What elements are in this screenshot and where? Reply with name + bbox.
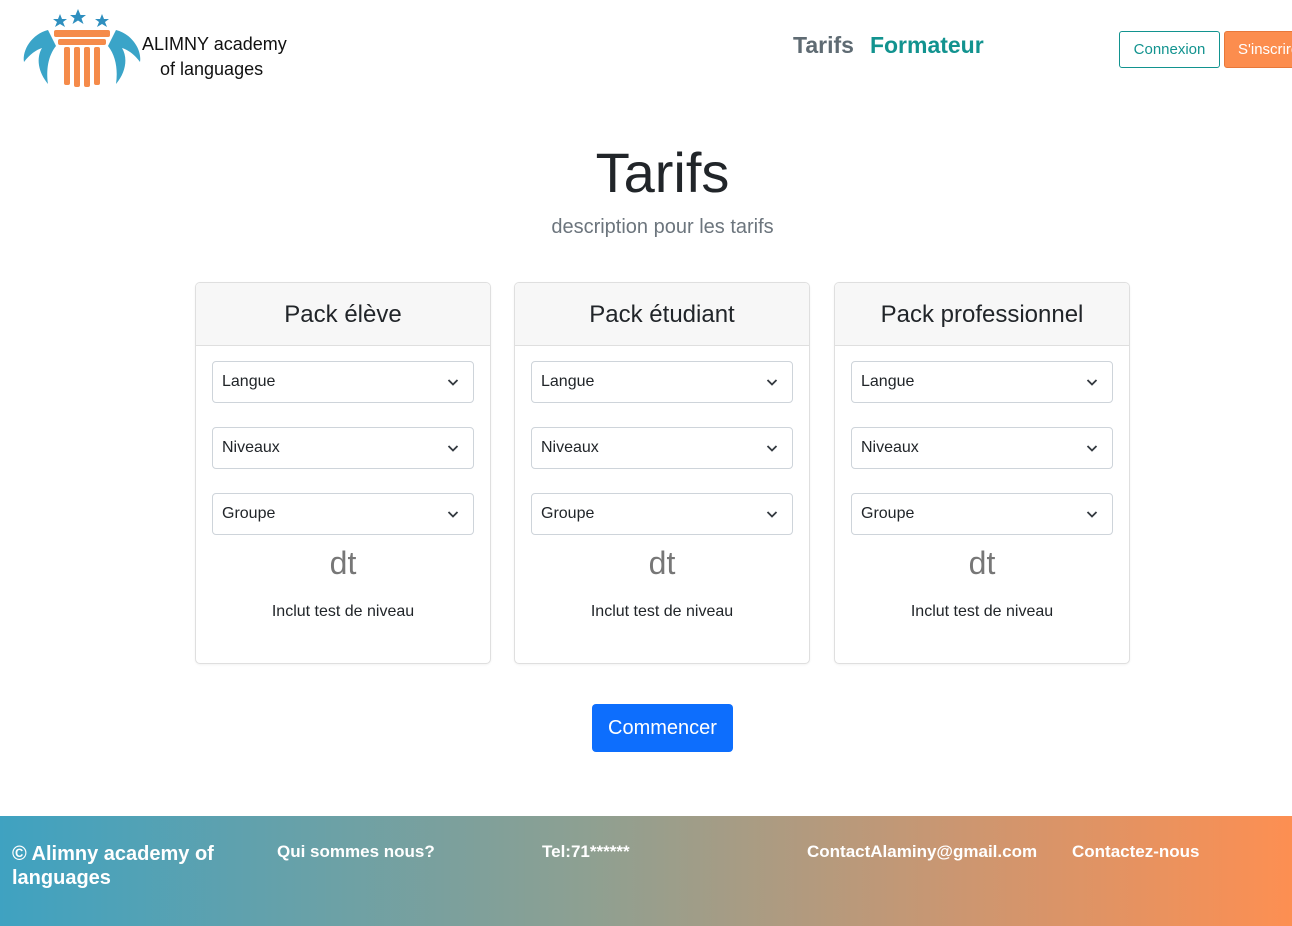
langue-select[interactable]: Langue [851, 361, 1113, 403]
price-value: dt [329, 545, 357, 581]
chevron-down-icon [766, 379, 778, 386]
card-note: Inclut test de niveau [590, 603, 734, 620]
select-value: Groupe [541, 505, 595, 522]
card-title: Pack professionnel [835, 283, 1129, 346]
brand-line-1: ALIMNY academy [142, 34, 287, 54]
chevron-down-icon [766, 445, 778, 452]
footer: © Alimny academy of languages Qui sommes… [0, 816, 1292, 926]
card-note: Inclut test de niveau [910, 603, 1054, 620]
groupe-select[interactable]: Groupe [851, 493, 1113, 535]
chevron-down-icon [766, 511, 778, 518]
niveaux-select[interactable]: Niveaux [212, 427, 474, 469]
footer-about-link[interactable]: Qui sommes nous? [277, 842, 435, 862]
login-button[interactable]: Connexion [1119, 31, 1220, 68]
commencer-button[interactable]: Commencer [592, 704, 733, 752]
select-value: Niveaux [222, 439, 280, 456]
page-description: description pour les tarifs [551, 216, 774, 238]
select-value: Niveaux [861, 439, 919, 456]
niveaux-select[interactable]: Niveaux [531, 427, 793, 469]
chevron-down-icon [1086, 379, 1098, 386]
select-value: Groupe [861, 505, 915, 522]
header: ALIMNY academy of languages Tarifs Forma… [0, 0, 1292, 100]
chevron-down-icon [447, 511, 459, 518]
langue-select[interactable]: Langue [531, 361, 793, 403]
groupe-select[interactable]: Groupe [531, 493, 793, 535]
pricing-card-professionnel: Pack professionnel Langue Niveaux Groupe… [834, 282, 1130, 664]
chevron-down-icon [447, 445, 459, 452]
select-value: Langue [541, 373, 595, 390]
footer-copyright: © Alimny academy of languages [12, 843, 214, 889]
nav-formateur-link[interactable]: Formateur [870, 32, 984, 59]
signup-button[interactable]: S'inscrire [1224, 31, 1292, 68]
card-title: Pack élève [196, 283, 490, 346]
chevron-down-icon [1086, 511, 1098, 518]
brand-name: ALIMNY academy of languages [142, 32, 287, 82]
card-title: Pack étudiant [515, 283, 809, 346]
card-note: Inclut test de niveau [271, 603, 415, 620]
price-value: dt [968, 545, 996, 581]
select-value: Groupe [222, 505, 276, 522]
pricing-card-eleve: Pack élève Langue Niveaux Groupe dt Incl… [195, 282, 491, 664]
pricing-card-etudiant: Pack étudiant Langue Niveaux Groupe dt I… [514, 282, 810, 664]
price-value: dt [648, 545, 676, 581]
chevron-down-icon [447, 379, 459, 386]
niveaux-select[interactable]: Niveaux [851, 427, 1113, 469]
langue-select[interactable]: Langue [212, 361, 474, 403]
groupe-select[interactable]: Groupe [212, 493, 474, 535]
select-value: Langue [861, 373, 915, 390]
main-nav: Tarifs Formateur [793, 32, 984, 59]
page-title: Tarifs [595, 141, 730, 204]
brand-line-2: of languages [160, 59, 264, 79]
chevron-down-icon [1086, 445, 1098, 452]
footer-email-link[interactable]: ContactAlaminy@gmail.com [807, 842, 1037, 862]
academy-logo[interactable] [18, 6, 148, 94]
footer-phone: Tel:71****** [542, 842, 630, 861]
footer-contact-link[interactable]: Contactez-nous [1072, 842, 1200, 862]
select-value: Niveaux [541, 439, 599, 456]
nav-tarifs-link[interactable]: Tarifs [793, 32, 854, 59]
select-value: Langue [222, 373, 276, 390]
